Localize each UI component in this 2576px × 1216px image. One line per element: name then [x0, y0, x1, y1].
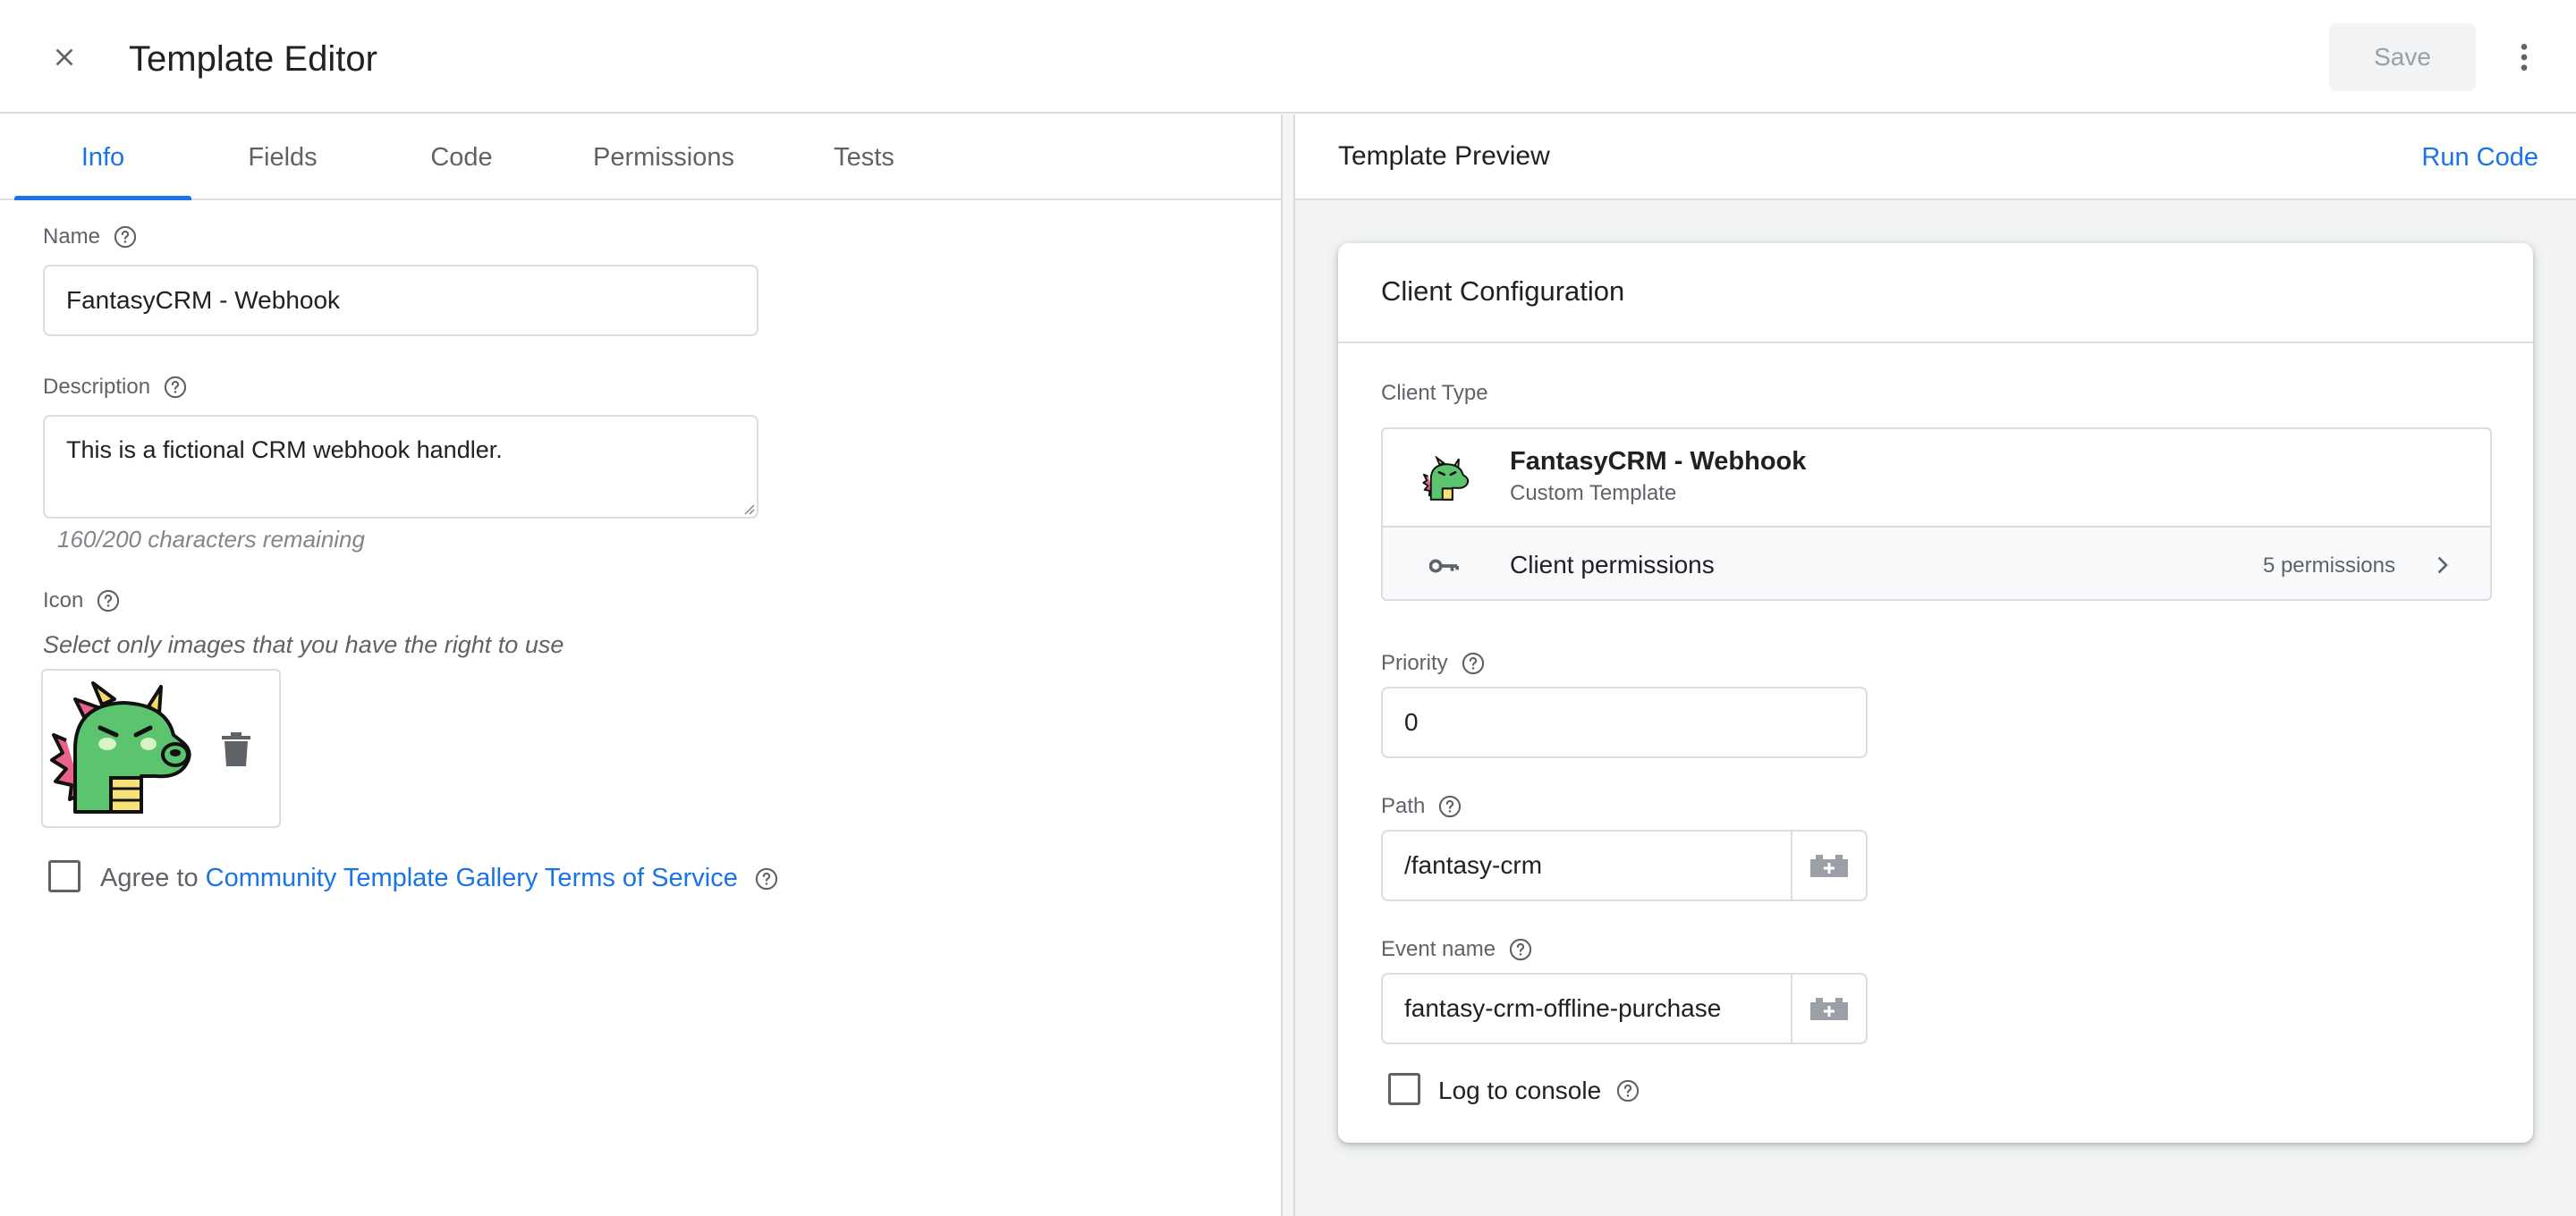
tab-code[interactable]: Code — [374, 114, 549, 200]
panel-resize-divider[interactable] — [1281, 114, 1295, 1216]
path-variable-picker-button[interactable] — [1791, 832, 1866, 899]
path-label-text: Path — [1381, 794, 1426, 818]
help-icon[interactable] — [1437, 794, 1462, 819]
priority-input[interactable]: 0 — [1381, 687, 1868, 758]
event-name-value: fantasy-crm-offline-purchase — [1404, 994, 1722, 1022]
agree-tos-row: Agree to Community Template Gallery Term… — [100, 864, 779, 893]
client-type-name: FantasyCRM - Webhook — [1510, 447, 1807, 476]
log-to-console-label: Log to console — [1438, 1077, 1602, 1104]
card-header: Client Configuration — [1338, 243, 2533, 343]
client-type-box: FantasyCRM - Webhook Custom Template Cli… — [1381, 427, 2492, 601]
priority-label-text: Priority — [1381, 651, 1448, 675]
tab-info[interactable]: Info — [14, 114, 191, 200]
delete-icon-button[interactable] — [215, 728, 258, 771]
client-configuration-card: Client Configuration Client Type Fantasy… — [1338, 243, 2533, 1143]
char-counter: 160/200 characters remaining — [57, 526, 365, 553]
description-label-text: Description — [43, 375, 151, 399]
agree-tos-checkbox[interactable] — [48, 860, 80, 892]
more-vert-icon — [2521, 44, 2528, 71]
editor-tabs: Info Fields Code Permissions Tests — [0, 114, 1281, 200]
close-icon — [55, 48, 73, 66]
dragon-icon — [50, 681, 191, 814]
path-value: /fantasy-crm — [1404, 851, 1543, 879]
client-permissions-label: Client permissions — [1510, 551, 1715, 578]
active-tab-indicator — [14, 196, 191, 200]
event-name-label: Event name — [1381, 937, 1533, 962]
help-icon[interactable] — [1615, 1078, 1640, 1103]
permissions-count: 5 permissions — [2262, 553, 2395, 578]
description-label: Description — [43, 375, 188, 400]
template-info-panel: Info Fields Code Permissions Tests Name … — [0, 114, 1281, 1216]
preview-title: Template Preview — [1338, 141, 1550, 171]
key-icon — [1429, 559, 1460, 573]
icon-label-text: Icon — [43, 588, 84, 612]
name-label: Name — [43, 224, 138, 249]
icon-hint: Select only images that you have the rig… — [43, 631, 564, 658]
dragon-icon — [1422, 456, 1470, 501]
name-input[interactable]: FantasyCRM - Webhook — [43, 265, 758, 336]
log-to-console-row: Log to console — [1438, 1077, 1640, 1105]
page-title: Template Editor — [129, 39, 377, 79]
close-button[interactable] — [39, 32, 89, 82]
help-icon[interactable] — [1461, 651, 1486, 676]
priority-label: Priority — [1381, 651, 1486, 676]
description-value: This is a fictional CRM webhook handler. — [66, 436, 503, 463]
card-title: Client Configuration — [1381, 275, 1625, 307]
tos-link[interactable]: Community Template Gallery Terms of Serv… — [206, 864, 738, 893]
client-permissions-row[interactable]: Client permissions 5 permissions — [1383, 526, 2490, 599]
trash-icon — [222, 732, 250, 766]
help-icon[interactable] — [754, 866, 779, 891]
agree-prefix: Agree to — [100, 864, 199, 892]
chevron-right-icon — [2437, 556, 2448, 574]
name-label-text: Name — [43, 224, 101, 249]
tab-tests[interactable]: Tests — [778, 114, 950, 200]
help-icon[interactable] — [1508, 937, 1533, 962]
resize-handle-icon[interactable] — [741, 501, 755, 515]
help-icon[interactable] — [113, 224, 138, 249]
variable-picker-icon — [1810, 998, 1848, 1020]
variable-picker-icon — [1810, 855, 1848, 877]
template-preview-panel: Template Preview Run Code Client Configu… — [1295, 114, 2576, 1216]
run-code-button[interactable]: Run Code — [2421, 143, 2538, 173]
tab-fields[interactable]: Fields — [191, 114, 374, 200]
event-variable-picker-button[interactable] — [1791, 975, 1866, 1043]
description-textarea[interactable]: This is a fictional CRM webhook handler. — [43, 415, 758, 519]
path-label: Path — [1381, 794, 1462, 819]
help-icon[interactable] — [163, 375, 188, 400]
save-button[interactable]: Save — [2329, 23, 2476, 91]
tab-permissions[interactable]: Permissions — [549, 114, 778, 200]
event-name-input[interactable]: fantasy-crm-offline-purchase — [1381, 973, 1868, 1044]
path-input[interactable]: /fantasy-crm — [1381, 830, 1868, 901]
icon-label: Icon — [43, 588, 121, 613]
log-to-console-checkbox[interactable] — [1388, 1073, 1420, 1105]
top-app-bar: Template Editor Save — [0, 0, 2576, 114]
preview-header: Template Preview Run Code — [1295, 114, 2576, 200]
more-options-button[interactable] — [2499, 32, 2549, 82]
icon-upload-box[interactable] — [41, 669, 281, 828]
client-type-subtitle: Custom Template — [1510, 481, 1677, 505]
client-type-label: Client Type — [1381, 381, 1488, 405]
help-icon[interactable] — [96, 588, 121, 613]
event-name-label-text: Event name — [1381, 937, 1496, 961]
